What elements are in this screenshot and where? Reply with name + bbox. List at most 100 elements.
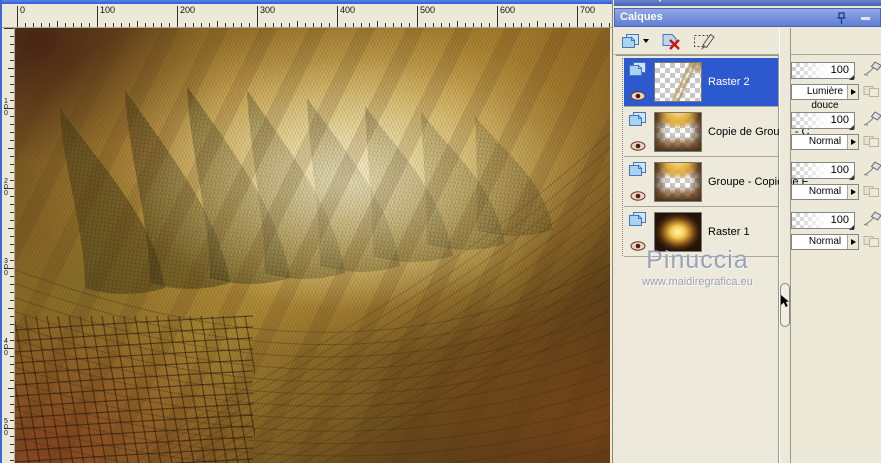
- ruler-tick: [10, 396, 14, 397]
- ruler-tick: [377, 21, 378, 27]
- blend-mode-dropdown[interactable]: Lumière douce: [791, 84, 859, 111]
- blend-mode-arrow-icon[interactable]: [847, 185, 858, 199]
- ruler-tick: [10, 180, 14, 181]
- blend-mode-arrow-icon[interactable]: [847, 235, 858, 249]
- ruler-tick: [601, 23, 602, 27]
- opacity-slider-handle[interactable]: [849, 225, 854, 230]
- new-layer-button[interactable]: [619, 30, 651, 52]
- ruler-tick: [10, 204, 14, 205]
- blend-mode-dropdown[interactable]: Normal: [791, 234, 859, 250]
- minimize-icon[interactable]: [861, 17, 870, 20]
- raster-layer-icon: [628, 61, 647, 83]
- ruler-tick: [89, 23, 90, 27]
- ruler-tick: [8, 388, 14, 389]
- calques-titlebar[interactable]: Calques: [614, 8, 881, 27]
- blend-mode-arrow-icon[interactable]: [847, 85, 858, 99]
- layer-row-groupe-copie[interactable]: Groupe - Copie de F: [624, 158, 808, 207]
- raster-layer-icon: [628, 111, 647, 133]
- ruler-label: 200: [177, 6, 195, 26]
- ruler-tick: [10, 420, 14, 421]
- ruler-tick: [393, 23, 394, 27]
- layer-name: Raster 2: [708, 76, 750, 88]
- blend-mode-dropdown[interactable]: Normal: [791, 184, 859, 200]
- ruler-tick: [481, 23, 482, 27]
- ruler-tick: [249, 23, 250, 27]
- ruler-tick: [569, 23, 570, 27]
- ruler-tick: [10, 284, 14, 285]
- palette-splitter[interactable]: [779, 28, 791, 463]
- layer-thumbnail[interactable]: [654, 112, 702, 152]
- opacity-slider-handle[interactable]: [849, 175, 854, 180]
- calques-title: Calques: [620, 11, 663, 23]
- mouse-cursor: [780, 294, 790, 313]
- watermark-url: www.maidiregrafica.eu: [642, 276, 753, 288]
- lock-transparency-brush-icon[interactable]: [862, 110, 881, 133]
- ruler-label: 4 0 0: [4, 338, 8, 357]
- image-canvas[interactable]: [15, 28, 610, 463]
- pin-icon[interactable]: [835, 12, 848, 25]
- ruler-tick: [297, 21, 298, 27]
- lock-transparency-brush-icon[interactable]: [862, 210, 881, 233]
- ruler-tick: [129, 23, 130, 27]
- edit-selection-button[interactable]: [690, 30, 718, 52]
- layer-thumbnail[interactable]: [654, 162, 702, 202]
- ruler-tick: [521, 23, 522, 27]
- delete-layer-button[interactable]: [658, 30, 684, 52]
- blend-mode-arrow-icon[interactable]: [847, 135, 858, 149]
- ruler-label: 600: [497, 6, 515, 26]
- ruler-tick: [529, 23, 530, 27]
- ruler-tick: [409, 23, 410, 27]
- edit-selection-icon: [693, 33, 715, 50]
- opacity-field[interactable]: 100: [791, 162, 855, 179]
- ruler-tick: [10, 196, 14, 197]
- ruler-tick: [10, 44, 14, 45]
- ruler-tick: [10, 172, 14, 173]
- ruler-label: 300: [257, 6, 275, 26]
- blend-mode-dropdown[interactable]: Normal: [791, 134, 859, 150]
- ruler-tick: [10, 340, 14, 341]
- ruler-tick: [10, 140, 14, 141]
- visibility-eye-icon[interactable]: [630, 88, 646, 106]
- ruler-tick: [233, 23, 234, 27]
- ruler-tick: [10, 452, 14, 453]
- ruler-tick: [401, 23, 402, 27]
- lock-transparency-brush-icon[interactable]: [862, 60, 881, 83]
- layer-row-raster2[interactable]: Raster 2: [624, 58, 778, 107]
- history-palette-titlebar[interactable]: Historique: [614, 0, 881, 6]
- opacity-field[interactable]: 100: [791, 212, 855, 229]
- ruler-tick: [10, 132, 14, 133]
- ruler-tick: [10, 436, 14, 437]
- raster-layer-icon: [628, 161, 647, 183]
- lock-transparency-brush-icon[interactable]: [862, 160, 881, 183]
- opacity-slider-handle[interactable]: [849, 125, 854, 130]
- opacity-field[interactable]: 100: [791, 112, 855, 129]
- ruler-tick: [225, 23, 226, 27]
- history-palette-title: Historique: [620, 0, 674, 2]
- ruler-tick: [553, 23, 554, 27]
- opacity-slider-handle[interactable]: [849, 75, 854, 80]
- ruler-tick: [10, 324, 14, 325]
- ruler-tick: [473, 23, 474, 27]
- ruler-tick: [457, 21, 458, 27]
- ruler-label: 0: [17, 6, 25, 26]
- link-layers-icon[interactable]: [863, 85, 880, 103]
- ruler-tick: [10, 356, 14, 357]
- visibility-eye-icon[interactable]: [630, 188, 646, 206]
- ruler-tick: [10, 164, 14, 165]
- ruler-tick: [361, 23, 362, 27]
- ruler-tick: [10, 364, 14, 365]
- ruler-tick: [217, 21, 218, 27]
- link-layers-icon[interactable]: [863, 185, 880, 203]
- ruler-label: 1 0 0: [4, 98, 8, 117]
- ruler-tick: [10, 260, 14, 261]
- layer-row-copie-de-groupe[interactable]: Copie de Groupe - C: [624, 108, 810, 157]
- ruler-tick: [10, 444, 14, 445]
- new-layer-dropdown-arrow-icon[interactable]: [643, 39, 649, 43]
- link-layers-icon[interactable]: [863, 235, 880, 253]
- ruler-tick: [8, 308, 14, 309]
- link-layers-icon[interactable]: [863, 135, 880, 153]
- visibility-eye-icon[interactable]: [630, 138, 646, 156]
- ruler-tick: [4, 28, 14, 29]
- layer-thumbnail[interactable]: [654, 62, 702, 102]
- opacity-field[interactable]: 100: [791, 62, 855, 79]
